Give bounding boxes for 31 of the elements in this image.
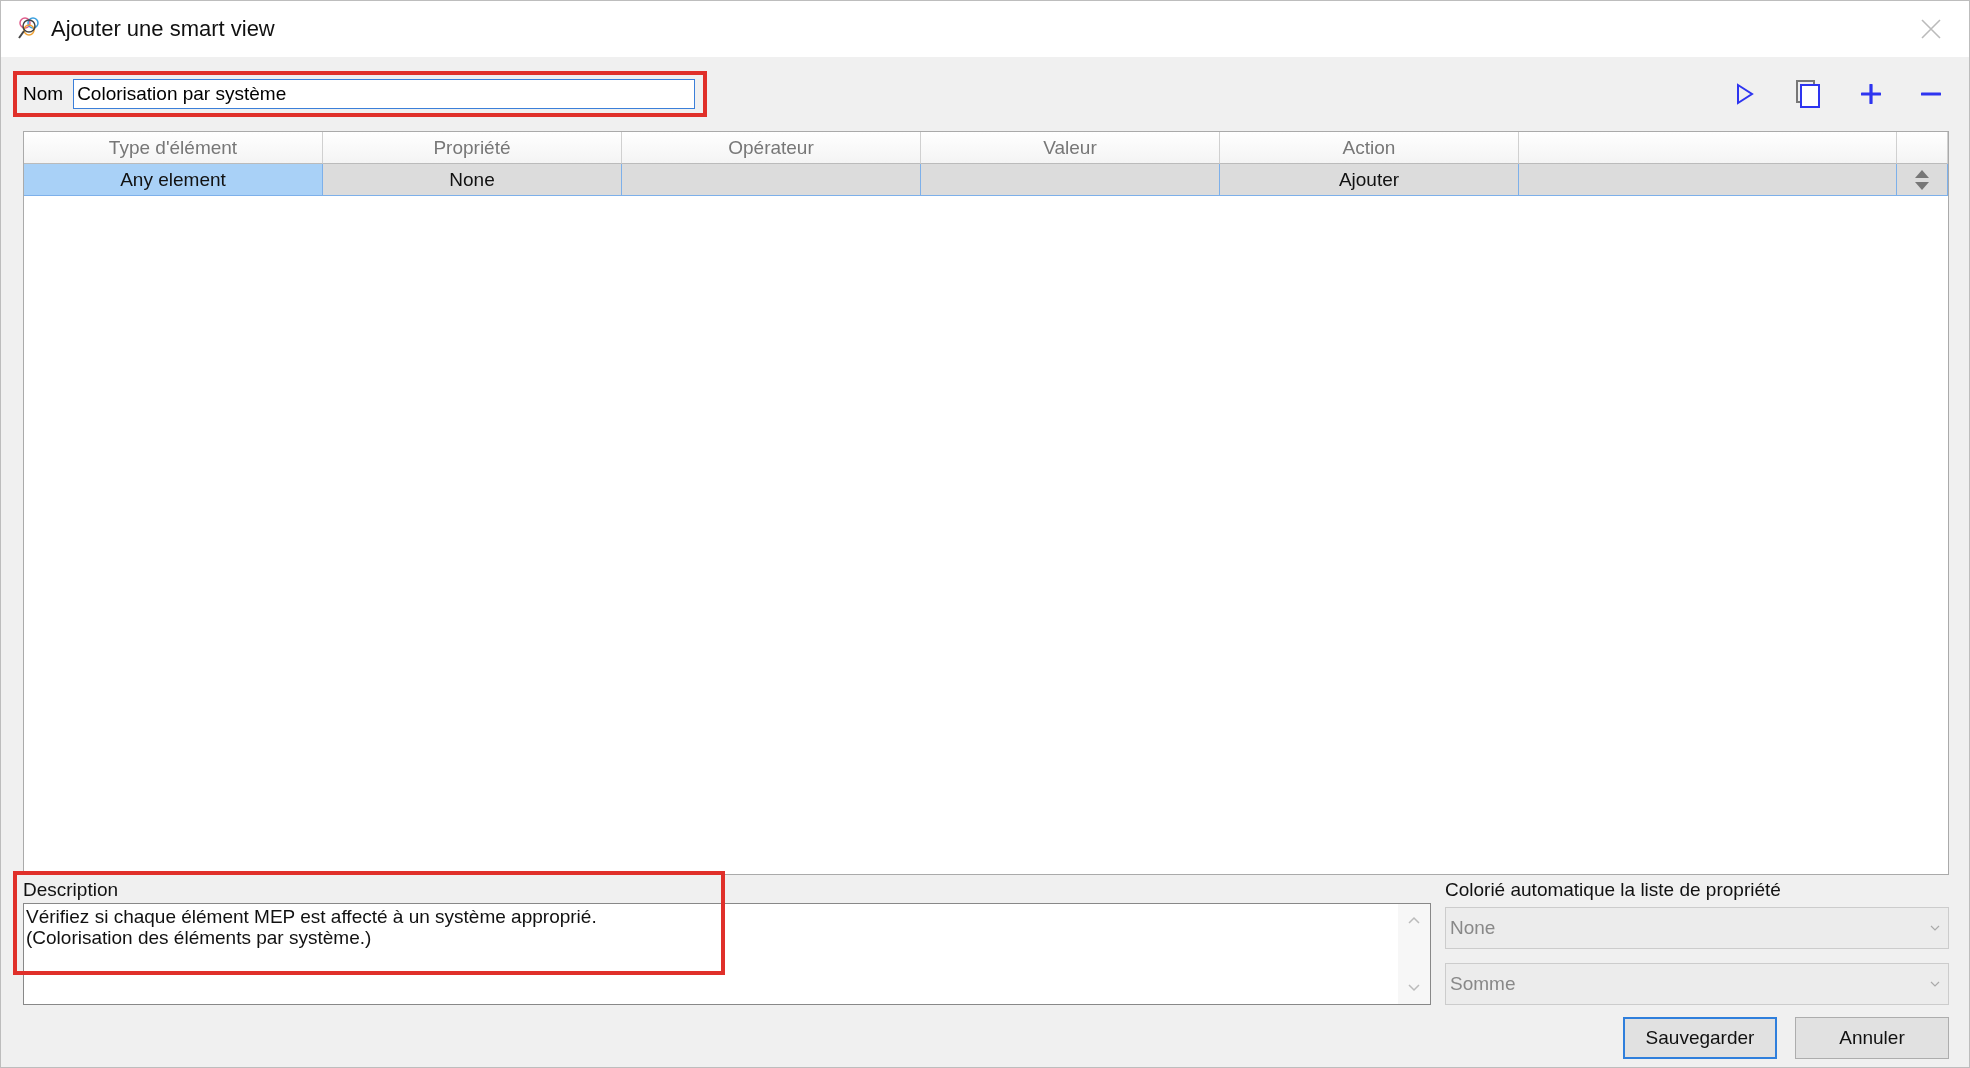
column-header[interactable]: Opérateur <box>622 132 921 164</box>
name-input[interactable]: Colorisation par système <box>73 79 695 109</box>
auto-color-label: Colorié automatique la liste de propriété <box>1445 878 1782 902</box>
table-cell[interactable]: Ajouter <box>1220 164 1519 196</box>
column-header[interactable] <box>1519 132 1897 164</box>
minus-icon[interactable] <box>1921 91 1941 97</box>
column-header[interactable] <box>1897 132 1948 164</box>
column-header[interactable]: Action <box>1220 132 1519 164</box>
save-button[interactable]: Sauvegarder <box>1623 1017 1777 1059</box>
table-cell[interactable] <box>1519 164 1897 196</box>
table-cell[interactable]: Any element <box>24 164 323 196</box>
table-cell[interactable] <box>921 164 1220 196</box>
column-header[interactable]: Propriété <box>323 132 622 164</box>
table-cell[interactable]: None <box>323 164 622 196</box>
chevron-down-icon <box>1930 925 1940 931</box>
table-cell[interactable] <box>622 164 921 196</box>
cancel-button[interactable]: Annuler <box>1795 1017 1949 1059</box>
sort-arrows-icon[interactable] <box>1914 168 1930 191</box>
chevron-down-icon <box>1930 981 1940 987</box>
scroll-up-icon[interactable] <box>1408 916 1420 924</box>
window-title: Ajouter une smart view <box>51 16 276 42</box>
copy-icon[interactable] <box>1795 79 1821 109</box>
scroll-down-icon[interactable] <box>1408 984 1420 992</box>
column-header[interactable]: Type d'élément <box>24 132 323 164</box>
description-label: Description <box>23 878 120 902</box>
description-field[interactable]: Vérifiez si chaque élément MEP est affecté à un système approprié. (Colorisation des éléments par système.) <box>23 903 1431 1005</box>
play-icon[interactable] <box>1735 83 1755 105</box>
name-label: Nom <box>23 83 64 105</box>
close-icon[interactable] <box>1921 19 1941 39</box>
plus-icon[interactable] <box>1861 84 1881 104</box>
column-header[interactable]: Valeur <box>921 132 1220 164</box>
